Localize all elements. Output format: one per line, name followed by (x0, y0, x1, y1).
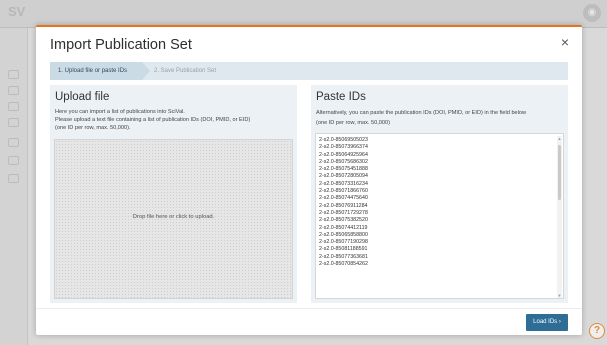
id-line: 2-s2.0-85076911284 (319, 202, 368, 209)
help-icon[interactable]: ? (589, 323, 605, 339)
id-line: 2-s2.0-85075686302 (319, 158, 368, 165)
sidebar-edit-icon (8, 156, 19, 165)
dialog-title: Import Publication Set (50, 37, 192, 53)
paste-ids-panel: Paste IDs Alternatively, you can paste t… (311, 85, 568, 303)
scroll-down-arrow-icon[interactable]: ▼ (557, 293, 562, 298)
ids-textarea-content: 2-s2.0-85069505023 2-s2.0-85073966374 2-s2… (319, 137, 551, 268)
id-line: 2-s2.0-85064925964 (319, 151, 368, 158)
upload-file-panel: Upload file Here you can import a list o… (50, 85, 297, 303)
id-line: 2-s2.0-85073966374 (319, 144, 368, 151)
paste-heading: Paste IDs (316, 91, 366, 103)
id-line: 2-s2.0-85081188591 (319, 246, 368, 253)
step-upload-or-paste[interactable]: 1. Upload file or paste IDs (50, 62, 150, 80)
sidebar-chat-icon (8, 118, 19, 127)
id-line: 2-s2.0-85077363681 (319, 253, 368, 260)
ids-textarea[interactable]: 2-s2.0-85069505023 2-s2.0-85073966374 2-s2… (315, 133, 564, 299)
id-line: 2-s2.0-85074412119 (319, 224, 368, 231)
dropzone-label: Drop file here or click to upload. (132, 214, 215, 220)
scroll-thumb[interactable] (558, 145, 561, 200)
id-line: 2-s2.0-85077190298 (319, 239, 368, 246)
id-line: 2-s2.0-85075451888 (319, 166, 368, 173)
sidebar-document-icon (8, 102, 19, 111)
id-line: 2-s2.0-85075382520 (319, 217, 368, 224)
id-line: 2-s2.0-85071729278 (319, 209, 368, 216)
sidebar-people-icon (8, 86, 19, 95)
id-line: 2-s2.0-85071866760 (319, 188, 368, 195)
id-line: 2-s2.0-85070854262 (319, 261, 368, 268)
scroll-up-arrow-icon[interactable]: ▲ (557, 136, 562, 141)
wizard-stepper: 1. Upload file or paste IDs 2. Save Publ… (50, 62, 568, 80)
app-topbar: SV ◉ (0, 0, 607, 28)
dialog-footer-divider (36, 308, 582, 309)
id-line: 2-s2.0-85069505023 (319, 137, 368, 143)
upload-limit-text: (one ID per row, max. 50,000). (55, 125, 131, 131)
sidebar-settings-icon (8, 174, 19, 183)
app-logo-icon: SV (8, 4, 26, 19)
upload-instruction-text: Please upload a text file containing a l… (55, 117, 251, 123)
upload-heading: Upload file (55, 91, 110, 103)
upload-intro-text: Here you can import a list of publicatio… (55, 109, 185, 115)
load-ids-button[interactable]: Load IDs › (526, 314, 568, 331)
id-line: 2-s2.0-85065858800 (319, 231, 368, 238)
id-line: 2-s2.0-85074475640 (319, 195, 368, 202)
close-icon[interactable]: × (558, 35, 572, 49)
step-save-publication-set[interactable]: 2. Save Publication Set (146, 62, 266, 80)
file-dropzone[interactable]: Drop file here or click to upload. (54, 139, 293, 299)
paste-limit-text: (one ID per row, max. 50,000) (316, 120, 390, 126)
user-avatar-icon: ◉ (583, 4, 601, 22)
id-line: 2-s2.0-85072805094 (319, 173, 368, 180)
paste-instruction-text: Alternatively, you can paste the publica… (316, 110, 527, 116)
id-line: 2-s2.0-85073316234 (319, 180, 368, 187)
sidebar-home-icon (8, 70, 19, 79)
import-publication-set-dialog: Import Publication Set × 1. Upload file … (36, 25, 582, 335)
sidebar-report-icon (8, 138, 19, 147)
ids-scrollbar[interactable]: ▲ ▼ (557, 136, 562, 298)
app-sidebar (0, 28, 28, 345)
